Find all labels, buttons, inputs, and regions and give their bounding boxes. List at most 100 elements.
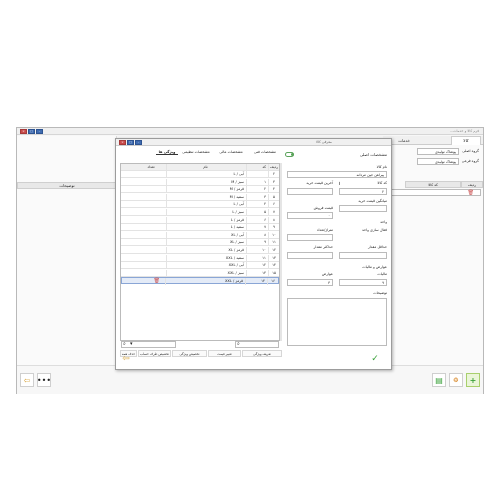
variants-search[interactable]: ⌕ ▾ bbox=[121, 341, 176, 348]
tax-label[interactable]: عوارض و مالیات bbox=[362, 265, 387, 269]
tab-variants[interactable]: ویژگی ها bbox=[156, 150, 178, 155]
goods-dialog: × □ – معرفی کالا مشخصات اصلی نام کالا پی… bbox=[115, 138, 392, 370]
scrollbar[interactable] bbox=[280, 163, 282, 341]
variant-qty[interactable] bbox=[136, 171, 166, 178]
add-button[interactable]: + bbox=[466, 373, 480, 387]
change-price-button[interactable]: تغییر قیمت bbox=[208, 350, 241, 357]
duty-field[interactable]: ۳ bbox=[287, 279, 333, 286]
variant-qty[interactable] bbox=[136, 209, 166, 216]
tab-goods[interactable]: کالا bbox=[451, 136, 481, 145]
variant-row[interactable]: ۵۳M / سفید bbox=[121, 193, 279, 201]
variant-qty[interactable] bbox=[136, 247, 166, 254]
variants-panel: مشخصات فنی مشخصات مالی مشخصات تنظیمی ویژ… bbox=[120, 148, 282, 348]
tax-field-label: مالیات bbox=[377, 272, 387, 276]
variant-code: ۱۳ bbox=[246, 269, 269, 277]
variant-row[interactable]: ۳۱M / سبز bbox=[121, 178, 279, 186]
variant-row[interactable]: ۱۶ ۱۴ XXL / قرمز 🗑 bbox=[121, 277, 279, 286]
variant-qty[interactable] bbox=[136, 217, 166, 224]
variant-row[interactable]: ۴۲M / قرمز bbox=[121, 186, 279, 194]
tab-financial[interactable]: مشخصات مالی bbox=[216, 150, 246, 154]
more-button[interactable]: ••• bbox=[37, 373, 51, 387]
tab-technical[interactable]: مشخصات فنی bbox=[250, 150, 280, 154]
spec-title: مشخصات اصلی bbox=[359, 152, 387, 157]
variant-row[interactable]: ۱۴ ۱۲ XXL / آبی bbox=[121, 262, 279, 270]
variant-name: XXL / سفید bbox=[166, 254, 246, 262]
variant-code: ۱۴ bbox=[245, 278, 268, 286]
variant-qty[interactable] bbox=[136, 201, 166, 208]
grid-row[interactable]: 🗑 bbox=[385, 189, 481, 196]
barcode-button[interactable]: ❂ bbox=[449, 373, 463, 387]
variant-row-number: ۴ bbox=[273, 187, 275, 192]
variant-name: XXL / آبی bbox=[166, 262, 246, 270]
minimize-icon[interactable]: – bbox=[36, 129, 43, 134]
sub-group-select[interactable]: پوشاک تولیدی bbox=[417, 157, 459, 165]
variant-code: ۹ bbox=[246, 239, 269, 247]
chevron-down-icon[interactable]: ▾ bbox=[130, 341, 133, 347]
variant-code: ۵ bbox=[246, 209, 269, 216]
name-field[interactable]: پیراهن جین مردانه bbox=[287, 171, 387, 178]
variant-qty[interactable] bbox=[136, 232, 166, 239]
variant-row[interactable]: ۱۱ ۹ XL / سبز bbox=[121, 239, 279, 247]
enable-unit-label[interactable]: فعال سازی واحد bbox=[362, 228, 387, 232]
count-field[interactable] bbox=[287, 234, 333, 241]
variant-qty[interactable] bbox=[135, 278, 165, 285]
tab-services[interactable]: خدمات bbox=[395, 137, 413, 144]
report-button[interactable]: ▤ bbox=[432, 373, 446, 387]
description-label: توضیحات bbox=[373, 291, 387, 295]
variant-qty[interactable] bbox=[136, 262, 166, 269]
active-toggle[interactable] bbox=[285, 152, 294, 157]
variant-row[interactable]: ۲ L / آبی bbox=[121, 171, 279, 178]
assign-account-button[interactable]: تخصیص طرف حساب bbox=[138, 350, 171, 357]
maximize-icon[interactable]: □ bbox=[28, 129, 35, 134]
variant-name: XL / قرمز bbox=[166, 247, 246, 254]
variant-code: ۳ bbox=[246, 193, 269, 201]
confirm-icon[interactable]: ✓ bbox=[369, 353, 381, 365]
max-field[interactable] bbox=[287, 252, 333, 259]
variant-row[interactable]: ۱۲ ۱۰ XL / قرمز bbox=[121, 247, 279, 254]
variant-qty[interactable] bbox=[136, 239, 166, 246]
tax-field[interactable]: ۹ bbox=[339, 279, 387, 286]
variant-row-number: ۲ bbox=[273, 172, 275, 176]
exit-button[interactable]: ⇦ bbox=[20, 373, 34, 387]
minimize-icon[interactable]: – bbox=[135, 140, 142, 145]
dialog-titlebar: × □ – معرفی کالا bbox=[116, 139, 391, 146]
name-label: نام کالا bbox=[376, 165, 387, 169]
variant-qty[interactable] bbox=[136, 179, 166, 186]
close-icon[interactable]: × bbox=[20, 129, 27, 134]
variant-qty[interactable] bbox=[136, 186, 166, 193]
variant-row[interactable]: ۸۶L / قرمز bbox=[121, 216, 279, 224]
trash-icon[interactable]: 🗑 bbox=[154, 278, 160, 284]
more-icon: ••• bbox=[36, 375, 52, 385]
close-icon[interactable]: × bbox=[119, 140, 126, 145]
variant-row[interactable]: ۹۷L / سفید bbox=[121, 224, 279, 232]
maximize-icon[interactable]: □ bbox=[127, 140, 134, 145]
avg-price-label: میانگین قیمت خرید bbox=[358, 199, 387, 203]
tab-settings[interactable]: مشخصات تنظیمی bbox=[180, 150, 212, 154]
code-field[interactable]: ۲ bbox=[339, 188, 387, 195]
variant-row[interactable]: ۶۴L / آبی bbox=[121, 201, 279, 209]
variant-qty[interactable] bbox=[136, 224, 166, 231]
variant-row[interactable]: ۱۰ ۸ XL / آبی bbox=[121, 231, 279, 239]
left-grid-header: توضیحات bbox=[17, 182, 117, 189]
min-field[interactable] bbox=[339, 252, 387, 259]
variant-row[interactable]: ۱۳ ۱۱ XXL / سفید bbox=[121, 254, 279, 262]
main-group-select[interactable]: پوشاک تولیدی bbox=[417, 147, 459, 155]
variant-row-number: ۸ bbox=[273, 217, 275, 222]
variant-qty[interactable] bbox=[136, 194, 166, 201]
sale-price-field[interactable]: ۰ bbox=[287, 212, 333, 219]
description-field[interactable] bbox=[287, 298, 387, 346]
variant-row[interactable]: ۷۵L / سبز bbox=[121, 209, 279, 216]
variant-row[interactable]: ۱۵ ۱۳ XXL / سبز bbox=[121, 269, 279, 277]
exit-icon[interactable]: ⇦ bbox=[120, 353, 132, 365]
assign-variant-button[interactable]: تخصیص ویژگی bbox=[172, 350, 207, 357]
trash-icon[interactable]: 🗑 bbox=[468, 190, 474, 196]
dialog-window-buttons: × □ – bbox=[119, 140, 142, 145]
barcode-icon[interactable]: 𝄃 bbox=[339, 181, 340, 186]
variants-filter[interactable]: ⌕ bbox=[235, 341, 279, 348]
variant-row-number: ۱۲ bbox=[272, 248, 276, 252]
variant-qty[interactable] bbox=[136, 255, 166, 262]
variant-qty[interactable] bbox=[136, 270, 166, 277]
variant-name: L / قرمز bbox=[166, 216, 246, 224]
define-variant-button[interactable]: تعریف ویژگی bbox=[242, 350, 282, 357]
variant-row-number: ۱۳ bbox=[272, 255, 276, 260]
